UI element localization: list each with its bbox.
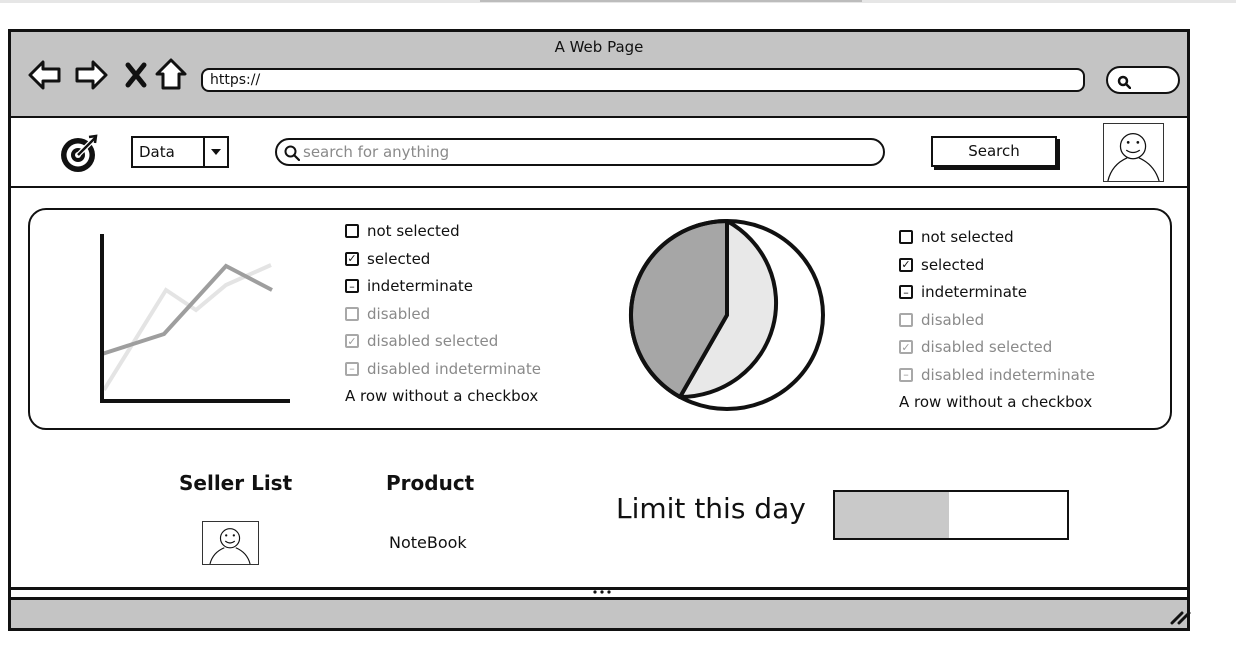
checkbox-row: ✓ disabled selected: [345, 332, 498, 350]
checkbox-indeterminate-icon: –: [899, 367, 913, 382]
browser-titlebar: A Web Page https://: [8, 29, 1190, 118]
arrow-right-icon[interactable]: [73, 57, 109, 93]
checkbox-label: disabled: [921, 310, 985, 329]
splitter-handle-icon[interactable]: [590, 587, 616, 596]
search-input[interactable]: search for anything: [275, 138, 885, 166]
checkbox-label: not selected: [921, 228, 1014, 246]
checkbox-label: selected: [921, 255, 985, 274]
plain-row: A row without a checkbox: [345, 387, 538, 405]
checkbox-empty-icon: [899, 312, 913, 327]
checkbox-row: disabled: [345, 305, 430, 323]
checkbox-row: ✓ disabled selected: [899, 338, 1052, 356]
search-icon: [1117, 75, 1131, 89]
url-field[interactable]: https://: [201, 68, 1085, 92]
checkbox-label: disabled selected: [921, 338, 1053, 356]
checkbox-row: – disabled indeterminate: [345, 360, 541, 378]
line-chart-image: [100, 234, 290, 403]
seller-list-title: Seller List: [179, 471, 293, 495]
resize-grip-icon[interactable]: [1169, 609, 1191, 625]
product-title: Product: [386, 471, 475, 495]
browser-statusbar: [8, 587, 1191, 631]
checkbox-label: disabled indeterminate: [367, 359, 541, 378]
search-button[interactable]: Search: [931, 136, 1057, 167]
checkbox-row[interactable]: ✓ selected: [899, 256, 984, 274]
seller-avatar-icon[interactable]: [202, 521, 259, 565]
search-icon: [284, 145, 300, 161]
plain-row: A row without a checkbox: [899, 393, 1092, 411]
checkbox-label: disabled: [367, 304, 431, 323]
checkbox-label: A row without a checkbox: [899, 393, 1093, 411]
checkbox-label: disabled indeterminate: [921, 365, 1095, 384]
arrow-left-icon[interactable]: [27, 57, 63, 93]
search-placeholder: search for anything: [303, 143, 450, 161]
checkbox-label: indeterminate: [367, 277, 474, 295]
data-dropdown[interactable]: Data: [131, 136, 229, 168]
checkbox-label: indeterminate: [921, 283, 1028, 301]
pie-chart-image: [629, 219, 825, 411]
close-icon[interactable]: [123, 60, 149, 90]
checkbox-label: not selected: [367, 222, 460, 240]
checkbox-label: disabled selected: [367, 332, 499, 350]
home-icon[interactable]: [154, 57, 188, 93]
window-title: A Web Page: [554, 38, 644, 56]
dropdown-value: Data: [139, 143, 175, 161]
checkbox-label: selected: [367, 249, 431, 268]
checkbox-indeterminate-icon: –: [345, 361, 359, 376]
product-item[interactable]: NoteBook: [389, 533, 467, 552]
checkbox-row: disabled: [899, 311, 984, 329]
checkbox-row: – disabled indeterminate: [899, 366, 1095, 384]
checkbox-row[interactable]: – indeterminate: [345, 277, 473, 295]
browser-search-field[interactable]: [1106, 66, 1180, 94]
checkbox-row[interactable]: – indeterminate: [899, 283, 1027, 301]
checkbox-checked-icon[interactable]: ✓: [899, 257, 913, 272]
checkbox-indeterminate-icon[interactable]: –: [345, 279, 359, 293]
checkbox-indeterminate-icon[interactable]: –: [899, 285, 913, 299]
target-logo-icon[interactable]: [58, 132, 102, 176]
screen-top-edge-accent: [480, 0, 862, 2]
limit-label: Limit this day: [616, 492, 806, 525]
checkbox-empty-icon[interactable]: [345, 224, 359, 238]
checkbox-empty-icon[interactable]: [899, 230, 913, 244]
chevron-down-icon[interactable]: [203, 138, 227, 166]
limit-progress-bar: [833, 490, 1069, 540]
checkbox-label: A row without a checkbox: [345, 387, 539, 405]
progress-fill: [835, 492, 949, 538]
checkbox-row[interactable]: not selected: [345, 222, 460, 240]
checkbox-checked-icon: ✓: [899, 340, 913, 354]
checkbox-checked-icon[interactable]: ✓: [345, 251, 359, 266]
checkbox-row[interactable]: not selected: [899, 228, 1014, 246]
checkbox-checked-icon: ✓: [345, 334, 359, 348]
user-avatar-icon[interactable]: [1103, 123, 1164, 182]
checkbox-row[interactable]: ✓ selected: [345, 250, 430, 268]
checkbox-empty-icon: [345, 306, 359, 321]
